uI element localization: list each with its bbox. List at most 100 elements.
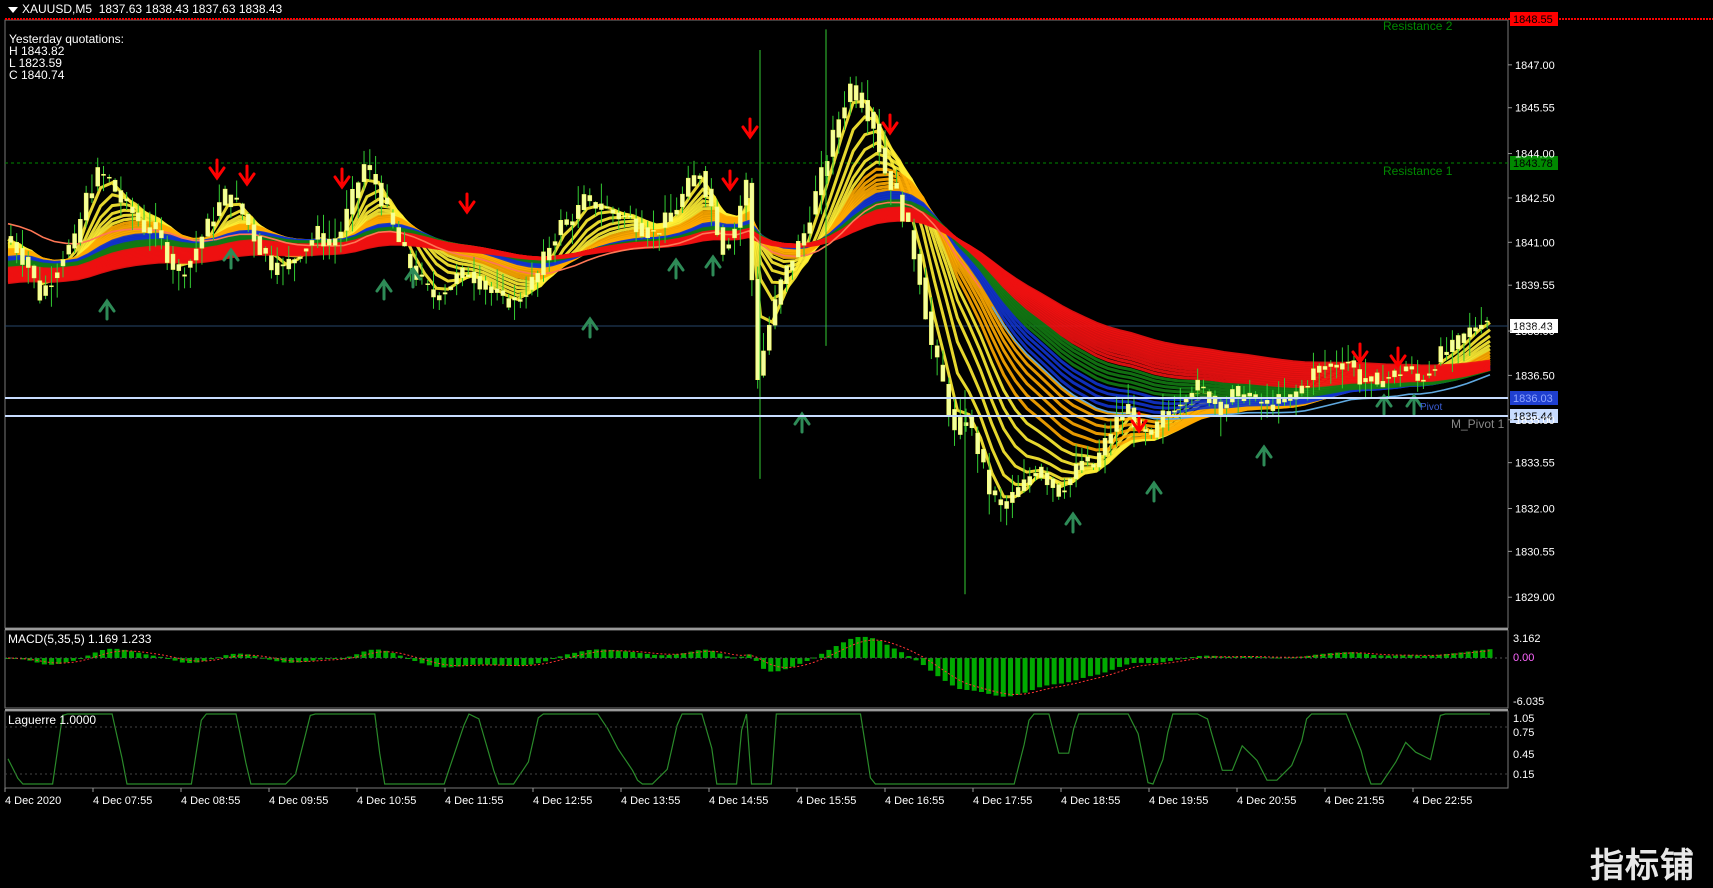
candle-body <box>1178 404 1183 407</box>
macd-panel-frame <box>4 629 1509 709</box>
macd-bar <box>499 658 505 666</box>
candle-body <box>402 242 407 247</box>
chart-window[interactable]: Resistance 2 Resistance 1 M_Pivot 1 Pivo… <box>0 0 1713 888</box>
time-axis[interactable]: 4 Dec 2020 4 Dec 07:55 4 Dec 08:55 4 Dec 09… <box>4 788 1472 807</box>
macd-bar <box>877 640 883 658</box>
macd-bar <box>535 658 541 664</box>
candle-body <box>1218 401 1224 417</box>
time-tick-label: 4 Dec 12:55 <box>533 795 592 807</box>
chart-canvas[interactable]: Resistance 2 Resistance 1 M_Pivot 1 Pivo… <box>0 0 1713 888</box>
candle-body <box>743 179 749 206</box>
candle-body <box>535 273 540 283</box>
candle-body <box>547 247 552 261</box>
macd-bar <box>790 658 796 667</box>
candle-body <box>37 280 43 301</box>
macd-bar <box>964 658 970 690</box>
macd-bar <box>376 649 381 658</box>
candle-body <box>1149 429 1154 435</box>
collapse-triangle-icon[interactable] <box>8 6 18 13</box>
macd-bar <box>455 658 461 667</box>
price-tick-label: 1838.00 <box>1515 326 1555 338</box>
candle-body <box>1380 381 1386 388</box>
sell-arrow-icon <box>1389 346 1407 369</box>
candle-body <box>981 449 986 463</box>
candle-body <box>633 218 639 233</box>
candle-body <box>321 233 326 247</box>
time-tick-label: 4 Dec 21:55 <box>1325 795 1384 807</box>
macd-histogram <box>5 636 1493 697</box>
candle-body <box>1039 466 1044 478</box>
time-tick-label: 4 Dec 2020 <box>5 795 61 807</box>
candle-body <box>425 283 430 285</box>
candle-body <box>1305 385 1310 388</box>
macd-bar <box>572 652 578 658</box>
candle-body <box>709 188 714 207</box>
candle-body <box>506 298 512 308</box>
macd-bar <box>477 658 483 665</box>
buy-arrow-icon <box>1255 444 1273 467</box>
candle-body <box>136 212 141 222</box>
candle-body <box>234 197 239 200</box>
candle-body <box>147 227 153 234</box>
macd-bar <box>1029 658 1035 691</box>
macd-bar <box>129 651 134 658</box>
candle-body <box>651 230 656 232</box>
candle-body <box>130 206 135 214</box>
candle-body <box>529 276 535 290</box>
price-axis[interactable]: 1847.00 1845.55 1844.00 1842.50 1841.00 1839.… <box>1508 60 1555 604</box>
candle-body <box>1403 366 1409 372</box>
macd-bar <box>870 638 875 658</box>
symbol-header[interactable]: XAUUSD,M5 1837.63 1838.43 1837.63 1838.4… <box>8 2 282 16</box>
macd-bar <box>1131 658 1137 663</box>
macd-bar <box>1138 658 1144 663</box>
macd-bar <box>797 658 803 664</box>
candle-body <box>408 253 413 269</box>
candle-body <box>72 233 77 249</box>
macd-bar <box>1058 658 1064 684</box>
macd-bar <box>1160 658 1166 663</box>
candle-body <box>934 345 940 358</box>
candle-body <box>141 219 147 233</box>
time-tick-label: 4 Dec 17:55 <box>973 795 1032 807</box>
candle-body <box>8 236 14 243</box>
candle-body <box>1357 369 1362 385</box>
ema-ribbon-line <box>7 129 1491 481</box>
candle-body <box>882 147 888 174</box>
candle-body <box>1096 452 1102 468</box>
candle-body <box>732 228 737 239</box>
candle-body <box>419 274 425 277</box>
candle-body <box>865 100 870 122</box>
macd-bar <box>1066 658 1072 683</box>
price-tick-label: 1845.55 <box>1515 103 1555 115</box>
candle-body <box>703 171 708 198</box>
resistance-1-label: Resistance 1 <box>1383 164 1453 178</box>
candle-body <box>460 267 465 279</box>
laguerre-tick: 0.75 <box>1513 727 1534 739</box>
macd-tick-bottom: -6.035 <box>1513 696 1544 708</box>
macd-bar <box>514 658 520 666</box>
candle-body <box>1473 327 1478 332</box>
candle-body <box>1004 501 1009 509</box>
candle-body <box>494 288 500 293</box>
candle-body <box>1114 415 1119 432</box>
candle-body <box>813 191 818 215</box>
macd-bar <box>114 648 120 658</box>
candle-body <box>20 247 25 265</box>
price-tick-label: 1835.00 <box>1515 415 1555 427</box>
candle-body <box>749 182 755 281</box>
candle-body <box>1351 360 1357 368</box>
candle-body <box>1224 404 1229 409</box>
candle-body <box>894 182 899 189</box>
buy-arrow-icon <box>581 316 599 339</box>
candle-body <box>691 175 697 187</box>
candle-body <box>859 92 865 108</box>
macd-bar <box>673 654 679 658</box>
candle-body <box>1467 327 1472 338</box>
macd-bar <box>710 650 716 658</box>
macd-bar <box>593 649 599 658</box>
macd-bar <box>840 642 846 658</box>
candle-body <box>900 194 905 222</box>
candle-body <box>471 271 477 284</box>
time-tick-label: 4 Dec 22:55 <box>1413 795 1472 807</box>
candle-body <box>1432 369 1438 371</box>
